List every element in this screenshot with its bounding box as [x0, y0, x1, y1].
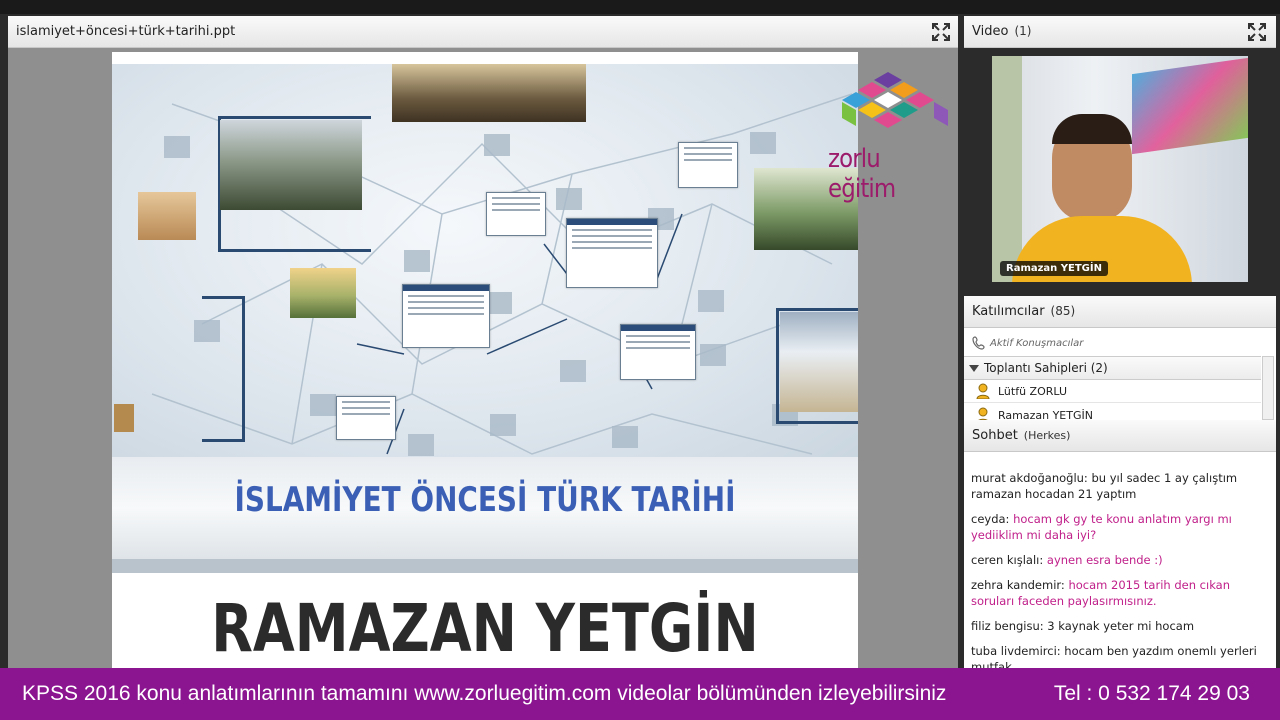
chat-sender: tuba livdemirci: — [971, 644, 1061, 658]
presenter-hair — [1052, 114, 1132, 144]
presentation-panel: islamiyet+öncesi+türk+tarihi.ppt İSLAMİY… — [8, 16, 958, 676]
host-user-icon — [978, 407, 988, 420]
participants-count: (85) — [1050, 304, 1076, 318]
chat-title: Sohbet (Herkes) — [972, 428, 1070, 443]
chat-message: zehra kandemir: hocam 2015 tarih den cık… — [971, 577, 1261, 609]
zorlu-logo: zorlu eğitim — [828, 68, 968, 204]
mosque-photo — [138, 192, 196, 240]
slide: İSLAMİYET ÖNCESİ TÜRK TARİHİ RAMAZAN YET… — [112, 52, 858, 676]
mindmap-node — [556, 188, 582, 210]
chat-sender: ceyda: — [971, 512, 1010, 526]
slide-author: RAMAZAN YETGİN — [211, 590, 759, 667]
chat-header: Sohbet (Herkes) — [964, 420, 1276, 452]
participant-name: Lütfü ZORLU — [998, 385, 1068, 398]
presentation-file-title: islamiyet+öncesi+türk+tarihi.ppt — [16, 24, 236, 39]
host-user-icon — [976, 383, 990, 399]
participant-row[interactable]: Lütfü ZORLU — [964, 380, 1261, 403]
logo-cube-icon — [842, 72, 948, 128]
window-frame — [992, 56, 1022, 282]
participants-title-label: Katılımcılar — [972, 304, 1045, 319]
chat-text: hocam gk gy te konu anlatım yargı mı yed… — [971, 512, 1232, 542]
hosts-group-label: Toplantı Sahipleri (2) — [984, 361, 1108, 375]
slide-title: İSLAMİYET ÖNCESİ TÜRK TARİHİ — [234, 480, 736, 520]
mindmap-node — [310, 394, 336, 416]
chat-sender: filiz bengisu: — [971, 619, 1044, 633]
promo-text: KPSS 2016 konu anlatımlarının tamamını w… — [22, 682, 947, 705]
presenter-name-label: Ramazan YETGİN — [1000, 261, 1108, 276]
active-speakers-label: Aktif Konuşmacılar — [990, 338, 1084, 349]
mindmap-card — [336, 396, 396, 440]
fullscreen-icon[interactable] — [1248, 23, 1266, 41]
chat-message: filiz bengisu: 3 kaynak yeter mi hocam — [971, 618, 1261, 634]
slide-viewport: İSLAMİYET ÖNCESİ TÜRK TARİHİ RAMAZAN YET… — [8, 48, 958, 676]
chat-panel: Sohbet (Herkes) murat akdoğanoğlu: bu yıl… — [964, 420, 1276, 676]
battle-photo — [392, 64, 586, 122]
mindmap-node — [700, 344, 726, 366]
hill-photo — [290, 268, 356, 318]
webcam-feed: Ramazan YETGİN — [992, 56, 1248, 282]
collapse-triangle-icon[interactable] — [969, 363, 979, 373]
chat-text: 3 kaynak yeter mi hocam — [1047, 619, 1195, 633]
presentation-header: islamiyet+öncesi+türk+tarihi.ppt — [8, 16, 958, 48]
mindmap-card — [402, 284, 490, 348]
participants-panel: Katılımcılar (85) Aktif Konuşmacılar Topl… — [964, 296, 1276, 420]
chat-text: aynen esra bende :) — [1046, 553, 1163, 567]
mindmap-node — [404, 250, 430, 272]
top-strip — [0, 0, 1280, 14]
separator-band — [112, 559, 858, 573]
fullscreen-icon[interactable] — [932, 23, 950, 41]
video-panel: Video (1) Ramazan YETGİN — [964, 16, 1276, 288]
chat-message: murat akdoğanoğlu: bu yıl sadec 1 ay çal… — [971, 470, 1261, 502]
mindmap-node — [164, 136, 190, 158]
participants-scrollbar[interactable] — [1262, 356, 1274, 420]
chat-title-label: Sohbet — [972, 428, 1018, 443]
mindmap-card — [486, 192, 546, 236]
mindmap-node — [484, 134, 510, 156]
mindmap-node — [698, 290, 724, 312]
mindmap-node — [750, 132, 776, 154]
chat-message: ceyda: hocam gk gy te konu anlatım yargı… — [971, 511, 1261, 543]
chat-sender: murat akdoğanoğlu: — [971, 471, 1088, 485]
hosts-group[interactable]: Toplantı Sahipleri (2) — [964, 356, 1261, 380]
participants-title: Katılımcılar (85) — [972, 304, 1075, 319]
banner-logo — [1132, 57, 1248, 155]
video-header: Video (1) — [964, 16, 1276, 48]
prezi-mindmap-image — [112, 64, 858, 469]
chat-message: ceren kışlalı: aynen esra bende :) — [971, 552, 1261, 568]
promo-phone: Tel : 0 532 174 29 03 — [1053, 682, 1250, 705]
mindmap-node — [490, 414, 516, 436]
mindmap-node — [560, 360, 586, 382]
frame-bracket — [202, 296, 245, 442]
mindmap-node — [612, 426, 638, 448]
mindmap-card — [566, 218, 658, 288]
chat-messages: murat akdoğanoğlu: bu yıl sadec 1 ay çal… — [971, 470, 1261, 668]
participant-name: Ramazan YETGİN — [998, 409, 1093, 420]
promo-banner: KPSS 2016 konu anlatımlarının tamamını w… — [0, 668, 1280, 720]
mindmap-card — [678, 142, 738, 188]
participant-row[interactable]: Ramazan YETGİN — [964, 404, 1261, 420]
landscape-photo — [220, 120, 362, 210]
logo-text: zorlu eğitim — [828, 144, 896, 204]
participants-header: Katılımcılar (85) — [964, 296, 1276, 328]
video-title: Video (1) — [972, 24, 1031, 39]
mindmap-card — [620, 324, 696, 380]
active-speakers: Aktif Konuşmacılar — [972, 336, 1083, 350]
chat-scope: (Herkes) — [1023, 429, 1071, 442]
chat-sender: zehra kandemir: — [971, 578, 1065, 592]
video-title-label: Video — [972, 24, 1009, 39]
video-count: (1) — [1014, 24, 1032, 38]
small-photo — [114, 404, 134, 432]
phone-icon — [972, 336, 985, 350]
chat-message: tuba livdemirci: hocam ben yazdım onemlı… — [971, 643, 1261, 668]
mindmap-node — [408, 434, 434, 456]
map-photo — [780, 312, 858, 412]
chat-sender: ceren kışlalı: — [971, 553, 1044, 567]
